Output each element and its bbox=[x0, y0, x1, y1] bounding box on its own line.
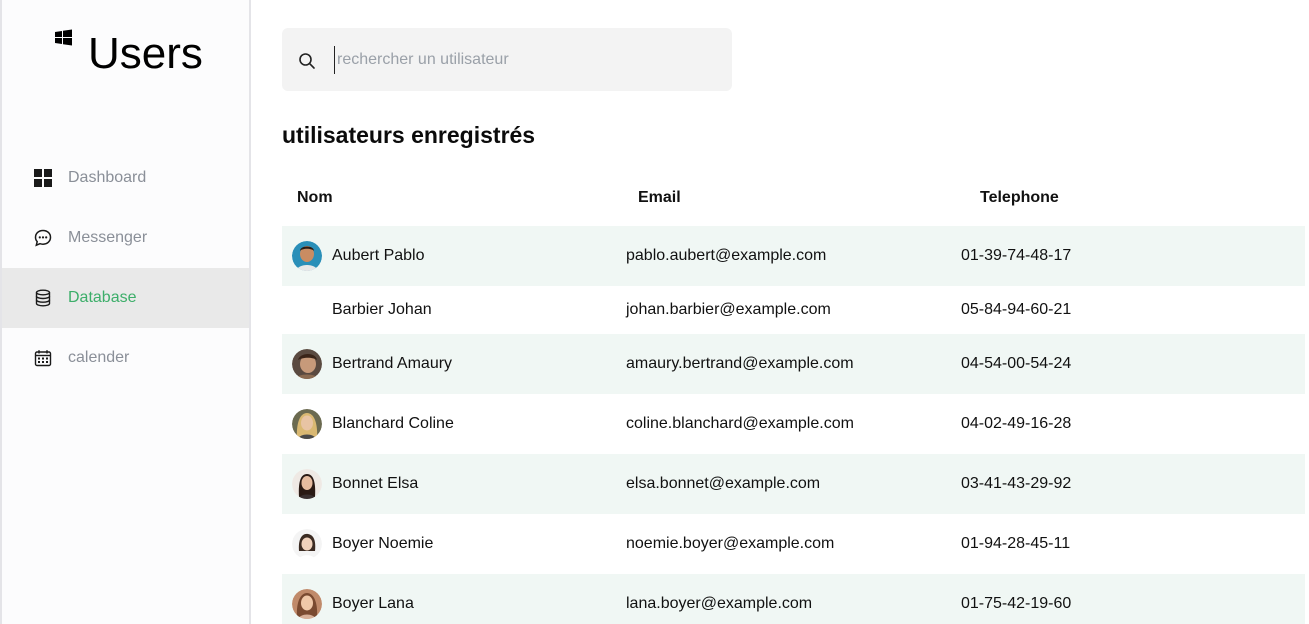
user-email: elsa.bonnet@example.com bbox=[626, 475, 821, 492]
column-header-telephone[interactable]: Telephone bbox=[952, 170, 1305, 226]
table-row[interactable]: Blanchard Coline coline.blanchard@exampl… bbox=[282, 394, 1305, 454]
user-name: Boyer Lana bbox=[332, 595, 414, 612]
user-name: Barbier Johan bbox=[332, 301, 432, 318]
sidebar-item-database[interactable]: Database bbox=[2, 268, 249, 328]
main-content: utilisateurs enregistrés Nom Email Telep… bbox=[282, 0, 1309, 624]
user-phone: 01-94-28-45-11 bbox=[961, 535, 1071, 552]
avatar bbox=[292, 469, 322, 499]
avatar bbox=[292, 409, 322, 439]
chat-bubble-icon bbox=[34, 229, 52, 247]
sidebar-item-label: Messenger bbox=[68, 229, 148, 246]
user-phone: 04-54-00-54-24 bbox=[961, 355, 1072, 372]
users-table: Nom Email Telephone Aubert Pablo pablo.a… bbox=[282, 170, 1305, 624]
sidebar: Users Dashboard Messenger Database calen… bbox=[0, 0, 251, 624]
user-phone: 01-75-42-19-60 bbox=[961, 595, 1072, 612]
avatar-placeholder bbox=[292, 295, 322, 325]
user-phone: 01-39-74-48-17 bbox=[961, 247, 1072, 264]
user-phone: 03-41-43-29-92 bbox=[961, 475, 1072, 492]
windows-logo-icon bbox=[55, 29, 72, 46]
user-email: amaury.bertrand@example.com bbox=[626, 355, 854, 372]
user-email: lana.boyer@example.com bbox=[626, 595, 813, 612]
column-header-nom[interactable]: Nom bbox=[282, 170, 612, 226]
table-row[interactable]: Boyer Lana lana.boyer@example.com 01-75-… bbox=[282, 574, 1305, 624]
user-name: Bonnet Elsa bbox=[332, 475, 419, 492]
user-name: Aubert Pablo bbox=[332, 247, 425, 264]
table-row[interactable]: Boyer Noemie noemie.boyer@example.com 01… bbox=[282, 514, 1305, 574]
user-name-cell: Bertrand Amaury bbox=[292, 349, 612, 379]
dashboard-grid-icon bbox=[34, 169, 52, 187]
user-name-cell: Boyer Noemie bbox=[292, 529, 612, 559]
user-name-cell: Blanchard Coline bbox=[292, 409, 612, 439]
user-phone: 05-84-94-60-21 bbox=[961, 301, 1072, 318]
sidebar-item-calender[interactable]: calender bbox=[2, 328, 249, 388]
user-name-cell: Bonnet Elsa bbox=[292, 469, 612, 499]
user-email: noemie.boyer@example.com bbox=[626, 535, 835, 552]
table-header-row: Nom Email Telephone bbox=[282, 170, 1305, 226]
sidebar-item-messenger[interactable]: Messenger bbox=[2, 208, 249, 268]
sidebar-item-label: calender bbox=[68, 349, 130, 366]
avatar bbox=[292, 241, 322, 271]
user-email: pablo.aubert@example.com bbox=[626, 247, 827, 264]
app-window: Users Dashboard Messenger Database calen… bbox=[0, 0, 1309, 624]
avatar bbox=[292, 529, 322, 559]
sidebar-item-label: Dashboard bbox=[68, 169, 147, 186]
user-name: Bertrand Amaury bbox=[332, 355, 453, 372]
user-name-cell: Aubert Pablo bbox=[292, 241, 612, 271]
table-row[interactable]: Barbier Johan johan.barbier@example.com … bbox=[282, 286, 1305, 334]
user-email: coline.blanchard@example.com bbox=[626, 415, 854, 432]
user-phone: 04-02-49-16-28 bbox=[961, 415, 1072, 432]
table-row[interactable]: Bonnet Elsa elsa.bonnet@example.com 03-4… bbox=[282, 454, 1305, 514]
database-icon bbox=[34, 289, 52, 307]
sidebar-nav: Dashboard Messenger Database calender bbox=[2, 148, 249, 388]
search-bar[interactable] bbox=[282, 28, 732, 91]
calendar-icon bbox=[34, 349, 52, 367]
user-name-cell: Boyer Lana bbox=[292, 589, 612, 619]
search-icon bbox=[299, 53, 315, 69]
sidebar-item-label: Database bbox=[68, 289, 137, 306]
user-name-cell: Barbier Johan bbox=[292, 295, 612, 325]
user-name: Boyer Noemie bbox=[332, 535, 434, 552]
user-name: Blanchard Coline bbox=[332, 415, 454, 432]
sidebar-item-dashboard[interactable]: Dashboard bbox=[2, 148, 249, 208]
avatar bbox=[292, 349, 322, 379]
user-email: johan.barbier@example.com bbox=[626, 301, 831, 318]
app-title: Users bbox=[88, 29, 203, 78]
search-input[interactable] bbox=[334, 46, 714, 74]
table-row[interactable]: Bertrand Amaury amaury.bertrand@example.… bbox=[282, 334, 1305, 394]
table-row[interactable]: Aubert Pablo pablo.aubert@example.com 01… bbox=[282, 226, 1305, 286]
column-header-email[interactable]: Email bbox=[612, 170, 952, 226]
page-title: utilisateurs enregistrés bbox=[282, 122, 536, 148]
avatar bbox=[292, 589, 322, 619]
